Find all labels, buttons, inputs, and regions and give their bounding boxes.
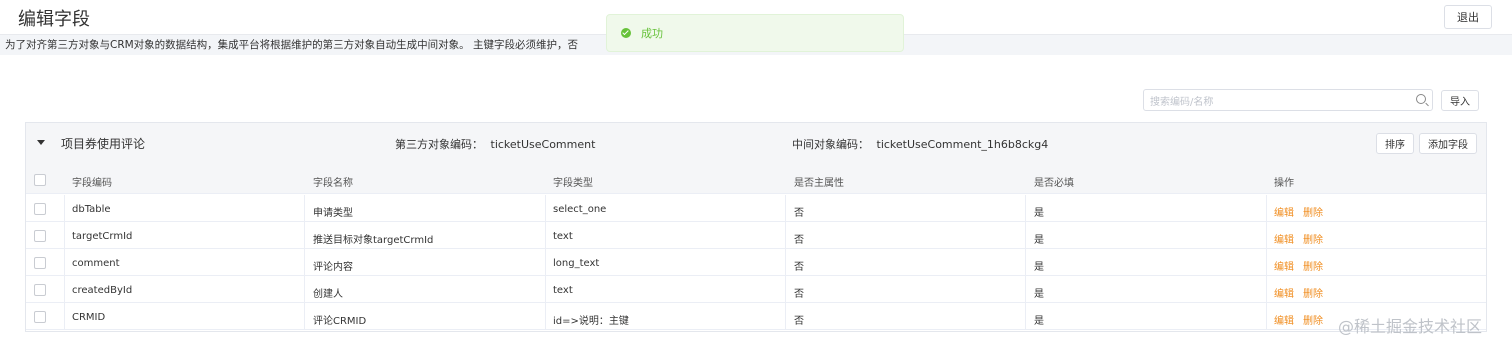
column-divider — [1025, 195, 1026, 330]
page-title: 编辑字段 — [18, 9, 90, 30]
mid-object-code: 中间对象编码： ticketUseComment_1h6b8ckg4 — [792, 136, 1048, 152]
object-panel-header — [26, 123, 1486, 167]
field-is-primary: 否 — [794, 289, 804, 300]
field-name: 创建人 — [313, 289, 343, 300]
field-code: createdById — [72, 285, 133, 296]
field-code: CRMID — [72, 312, 106, 323]
search-input[interactable] — [1150, 92, 1405, 113]
mid-object-code-value: ticketUseComment_1h6b8ckg4 — [876, 138, 1049, 151]
column-divider — [545, 195, 546, 330]
column-header-name: 字段名称 — [313, 178, 353, 189]
edit-link[interactable]: 编辑 — [1274, 312, 1294, 327]
third-object-code-value: ticketUseComment — [490, 138, 596, 151]
notice-text: 为了对齐第三方对象与CRM对象的数据结构，集成平台将根据维护的第三方对象自动生成… — [5, 39, 579, 51]
delete-link[interactable]: 删除 — [1303, 285, 1323, 300]
table-row — [26, 249, 1486, 276]
table-row — [26, 222, 1486, 249]
table-row — [26, 195, 1486, 222]
column-divider — [64, 195, 65, 330]
field-is-required: 是 — [1034, 235, 1044, 246]
column-header-primary: 是否主属性 — [794, 178, 844, 189]
row-checkbox[interactable] — [34, 284, 46, 296]
field-is-primary: 否 — [794, 208, 804, 219]
field-code: comment — [72, 258, 120, 269]
edit-link[interactable]: 编辑 — [1274, 285, 1294, 300]
third-object-code-label: 第三方对象编码： — [395, 138, 483, 151]
column-header-code: 字段编码 — [72, 178, 112, 189]
column-divider — [304, 195, 305, 330]
exit-button[interactable]: 退出 — [1444, 5, 1492, 29]
row-checkbox[interactable] — [34, 230, 46, 242]
search-icon[interactable] — [1416, 94, 1426, 104]
field-is-primary: 否 — [794, 235, 804, 246]
column-header-required: 是否必填 — [1034, 178, 1074, 189]
field-name: 评论内容 — [313, 262, 353, 273]
watermark: @稀土掘金技术社区 — [1338, 317, 1483, 336]
field-type: select_one — [553, 204, 607, 215]
sort-button[interactable]: 排序 — [1376, 133, 1414, 154]
row-checkbox[interactable] — [34, 311, 46, 323]
edit-link[interactable]: 编辑 — [1274, 258, 1294, 273]
table-row — [26, 276, 1486, 303]
select-all-checkbox[interactable] — [34, 174, 46, 186]
success-check-icon — [621, 28, 631, 38]
column-header-actions: 操作 — [1274, 178, 1294, 189]
table-header — [26, 167, 1486, 194]
delete-link[interactable]: 删除 — [1303, 312, 1323, 327]
field-code: targetCrmId — [72, 231, 133, 242]
field-type: text — [553, 231, 573, 242]
row-checkbox[interactable] — [34, 257, 46, 269]
field-is-primary: 否 — [794, 262, 804, 273]
column-header-type: 字段类型 — [553, 178, 593, 189]
field-is-primary: 否 — [794, 316, 804, 327]
collapse-caret-icon[interactable] — [37, 140, 45, 145]
field-type: id=>说明：主键 — [553, 316, 629, 327]
field-code: dbTable — [72, 204, 111, 215]
edit-link[interactable]: 编辑 — [1274, 231, 1294, 246]
delete-link[interactable]: 删除 — [1303, 258, 1323, 273]
column-divider — [785, 195, 786, 330]
mid-object-code-label: 中间对象编码： — [792, 138, 869, 151]
success-toast: 成功 — [606, 14, 904, 52]
field-is-required: 是 — [1034, 208, 1044, 219]
edit-link[interactable]: 编辑 — [1274, 204, 1294, 219]
import-button[interactable]: 导入 — [1441, 90, 1479, 111]
delete-link[interactable]: 删除 — [1303, 204, 1323, 219]
toast-message: 成功 — [641, 27, 663, 40]
field-name: 申请类型 — [313, 208, 353, 219]
field-type: text — [553, 285, 573, 296]
field-name: 评论CRMID — [313, 316, 367, 327]
add-field-button[interactable]: 添加字段 — [1419, 133, 1477, 154]
delete-link[interactable]: 删除 — [1303, 231, 1323, 246]
field-name: 推送目标对象targetCrmId — [313, 235, 434, 246]
column-divider — [1266, 195, 1267, 330]
field-is-required: 是 — [1034, 262, 1044, 273]
field-is-required: 是 — [1034, 316, 1044, 327]
table-row — [26, 303, 1486, 330]
row-checkbox[interactable] — [34, 203, 46, 215]
third-object-code: 第三方对象编码： ticketUseComment — [395, 136, 595, 152]
search-box — [1143, 89, 1433, 113]
object-name: 项目券使用评论 — [61, 137, 146, 151]
field-type: long_text — [553, 258, 600, 269]
field-is-required: 是 — [1034, 289, 1044, 300]
